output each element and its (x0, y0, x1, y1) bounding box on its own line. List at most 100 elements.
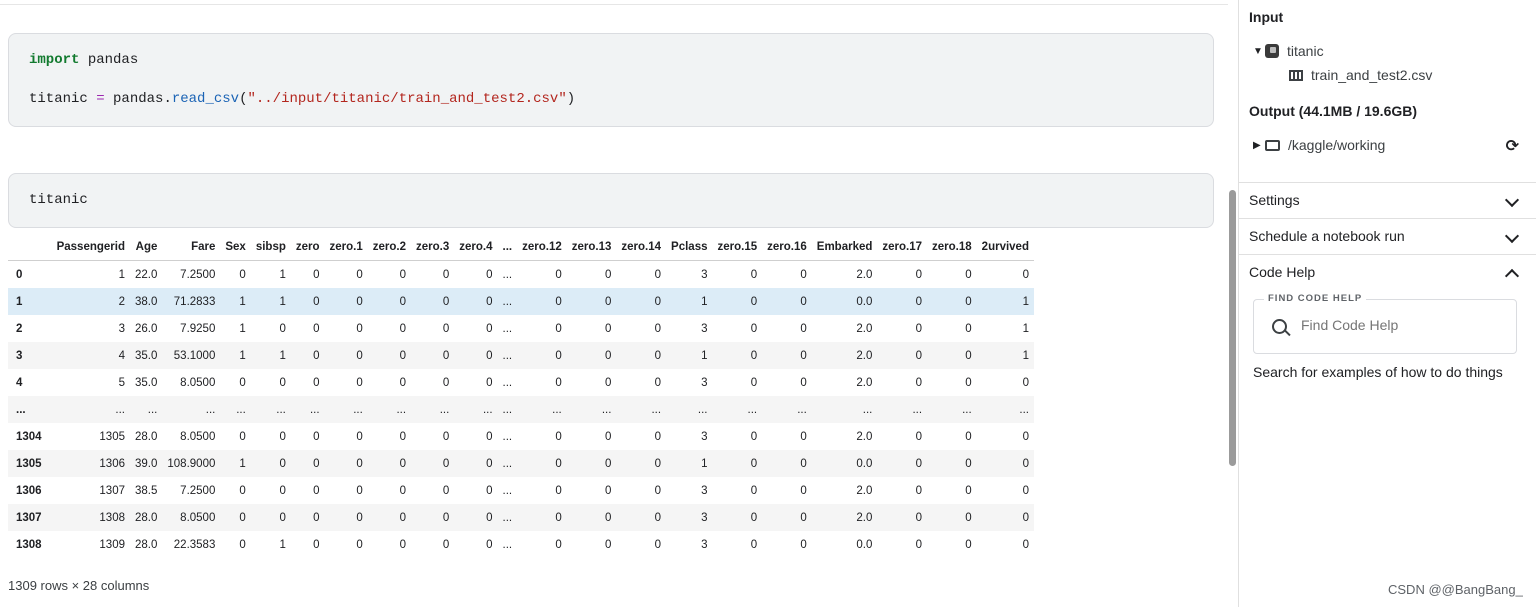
table-cell: 0 (1022, 511, 1029, 524)
settings-label: Settings (1249, 192, 1300, 208)
row-index: 3 (16, 349, 23, 362)
table-cell: 0 (654, 268, 662, 281)
table-cell: ... (502, 403, 513, 416)
table-cell: ... (309, 403, 320, 416)
table-cell: 0 (313, 268, 320, 281)
find-code-help-legend: FIND CODE HELP (1264, 293, 1367, 304)
table-cell: 0 (279, 457, 286, 470)
caret-right-icon[interactable]: ▶ (1253, 140, 1265, 151)
dataset-name: titanic (1287, 43, 1324, 59)
table-cell: 0 (313, 511, 320, 524)
table-cell: ... (502, 511, 513, 524)
table-cell: ... (912, 403, 923, 416)
table-cell: 0 (800, 511, 807, 524)
table-cell: 0 (965, 511, 972, 524)
tree-item-file[interactable]: train_and_test2.csv (1289, 67, 1432, 83)
table-cell: 8.0500 (180, 511, 216, 524)
table-cell: ... (697, 403, 708, 416)
column-header: 2urvived (976, 233, 1034, 261)
table-cell: ... (797, 403, 807, 416)
notebook-scrollbar[interactable] (1229, 190, 1236, 466)
table-file-icon (1289, 69, 1303, 81)
dataframe-output: Passengerid Age Fare Sex sibsp zero zero.1 zero… (8, 233, 1034, 558)
column-header: zero.2 (367, 233, 412, 261)
table-row: 0 1 22.0 7.2500 0 1 0 0 0 0 0... 0 0 0 3 0 0 2.0 0 0 0 (8, 261, 1034, 289)
table-cell: 108.9000 (167, 457, 216, 470)
table-cell: 1 (701, 295, 708, 308)
section-code-help[interactable]: Code Help (1239, 254, 1536, 290)
table-cell: 0 (800, 457, 807, 470)
column-header: zero (290, 233, 325, 261)
table-cell: 53.1000 (173, 349, 216, 362)
find-code-help-input[interactable] (1299, 316, 1503, 334)
table-cell: 0 (750, 376, 758, 389)
table-row: 3 4 35.0 53.1000 1 1 0 0 0 0 0... 0 0 0 1 0 0 2.0 0 0 1 (8, 342, 1034, 369)
table-cell: 0 (750, 484, 758, 497)
tree-item-output-dir[interactable]: ▶ /kaggle/working (1253, 137, 1385, 153)
table-cell: 0 (750, 268, 758, 281)
table-cell: 0 (654, 538, 662, 551)
chevron-down-icon[interactable] (1504, 192, 1520, 208)
chevron-up-icon[interactable] (1504, 268, 1520, 284)
code-line-read-csv: titanic = pandas.read_csv("../input/tita… (29, 91, 575, 107)
section-schedule[interactable]: Schedule a notebook run (1239, 218, 1536, 254)
table-cell: 7.2500 (180, 484, 216, 497)
table-cell: 0 (800, 538, 807, 551)
table-cell: 0 (654, 457, 662, 470)
row-index: 1305 (16, 457, 42, 470)
table-cell: 0 (750, 295, 758, 308)
table-cell: 0 (486, 376, 493, 389)
code-cell-1[interactable]: import pandas titanic = pandas.read_csv(… (8, 33, 1214, 127)
table-cell: 0 (750, 457, 758, 470)
column-header: sibsp (250, 233, 291, 261)
table-cell: 0 (279, 484, 286, 497)
column-header: Embarked (811, 233, 878, 261)
table-cell: 22.3583 (173, 538, 216, 551)
module-name: pandas (87, 52, 139, 68)
table-cell: 0 (915, 538, 923, 551)
column-header: Passengerid (51, 233, 130, 261)
table-cell: 3 (701, 376, 708, 389)
table-cell: 0 (1022, 457, 1029, 470)
table-cell: 0 (1022, 268, 1029, 281)
section-settings[interactable]: Settings (1239, 182, 1536, 218)
table-cell: 0 (356, 457, 363, 470)
caret-down-icon[interactable]: ▼ (1253, 46, 1265, 57)
row-index: 1306 (16, 484, 42, 497)
right-panel: Input ▼ titanic train_and_test2.csv Outp… (1238, 0, 1536, 607)
table-cell: 0 (399, 268, 407, 281)
table-cell: ... (502, 457, 513, 470)
table-cell: 0 (915, 511, 923, 524)
table-cell: 0 (356, 295, 363, 308)
output-dir-name: /kaggle/working (1288, 137, 1386, 153)
table-cell: 0 (239, 484, 246, 497)
input-title: Input (1249, 9, 1284, 25)
table-cell: 1 (239, 322, 246, 335)
table-cell: 0 (442, 457, 450, 470)
table-cell: 0 (356, 322, 363, 335)
code-cell-2[interactable]: titanic (8, 173, 1214, 228)
table-cell: 35.0 (135, 376, 158, 389)
table-cell: 0 (915, 268, 923, 281)
table-cell: 0 (800, 430, 807, 443)
table-cell: 0 (654, 295, 662, 308)
table-cell: 0 (486, 484, 493, 497)
dataframe-body: 0 1 22.0 7.2500 0 1 0 0 0 0 0... 0 0 0 3 0 0 2.0 0 0 0 1 2 38.0… (8, 261, 1034, 559)
table-cell: 0 (313, 295, 320, 308)
table-cell: 0 (486, 511, 493, 524)
table-cell: ... (353, 403, 363, 416)
table-cell: 1 (701, 457, 708, 470)
table-cell: 0 (279, 322, 286, 335)
table-cell: 0 (279, 511, 286, 524)
table-cell: 0 (399, 295, 407, 308)
table-cell: 0 (965, 349, 972, 362)
table-row: 4 5 35.0 8.0500 0 0 0 0 0 0 0... 0 0 0 3 0 0 2.0 0 0 0 (8, 369, 1034, 396)
chevron-down-icon[interactable] (1504, 228, 1520, 244)
tree-item-dataset[interactable]: ▼ titanic (1253, 43, 1324, 59)
table-cell: 0 (399, 376, 407, 389)
table-cell: 1 (701, 349, 708, 362)
table-cell: ... (236, 403, 246, 416)
table-cell: 0 (442, 376, 450, 389)
find-code-help-field[interactable]: FIND CODE HELP (1253, 293, 1517, 354)
refresh-icon[interactable]: ⟳ (1506, 136, 1519, 156)
